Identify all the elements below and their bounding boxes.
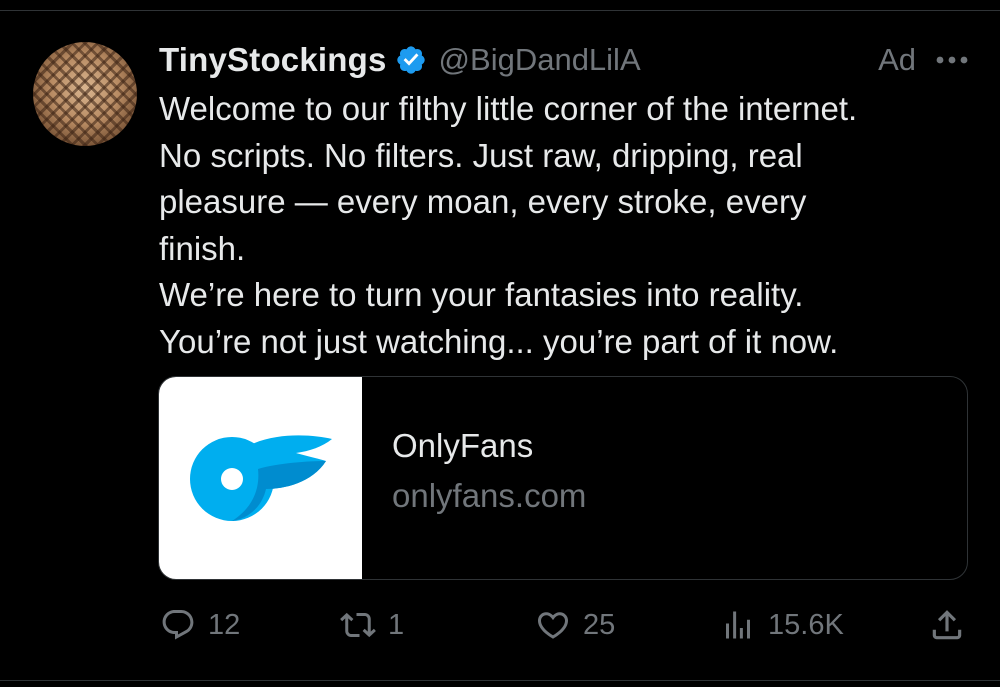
- card-title: OnlyFans: [392, 427, 534, 464]
- reply-button[interactable]: 12: [160, 600, 240, 650]
- card-domain: onlyfans.com: [392, 477, 587, 514]
- reply-icon: [162, 610, 194, 640]
- tweet-text-line: You’re not just watching... you’re part …: [159, 322, 839, 360]
- tweet-header: TinyStockings @BigDandLilA Ad: [159, 38, 970, 82]
- bottom-divider: [0, 680, 1000, 681]
- repost-icon: [340, 612, 376, 638]
- heart-icon: [537, 612, 569, 639]
- tweet-text-line: pleasure — every moan, every stroke, eve…: [159, 183, 807, 220]
- action-bar: 12 1 25 15.6K: [160, 600, 970, 650]
- display-name[interactable]: TinyStockings: [159, 41, 387, 79]
- onlyfans-logo: [189, 435, 332, 521]
- handle[interactable]: @BigDandLilA: [439, 42, 641, 78]
- repost-button[interactable]: 1: [340, 600, 404, 650]
- tweet-text-line: finish.: [159, 229, 246, 267]
- like-button[interactable]: 25: [535, 600, 615, 650]
- share-button[interactable]: [928, 600, 966, 650]
- more-icon[interactable]: [934, 42, 970, 78]
- tweet-text-line: Welcome to our filthy little corner of t…: [159, 90, 858, 127]
- tweet-text: Welcome to our filthy little corner of t…: [159, 86, 979, 365]
- verified-badge-icon: [396, 46, 425, 74]
- card-body: OnlyFans onlyfans.com: [362, 377, 967, 579]
- repost-count: 1: [388, 608, 405, 641]
- tweet-text-line: No scripts. No filters. Just raw, drippi…: [159, 136, 803, 174]
- views-icon: [726, 611, 750, 639]
- views-button[interactable]: 15.6K: [720, 600, 844, 650]
- avatar[interactable]: [33, 42, 137, 146]
- top-divider: [0, 10, 1000, 11]
- share-icon: [932, 610, 962, 640]
- card-thumbnail[interactable]: [159, 377, 362, 579]
- tweet-text-line: We’re here to turn your fantasies into r…: [159, 276, 804, 313]
- link-card[interactable]: OnlyFans onlyfans.com: [158, 376, 968, 580]
- like-count: 25: [583, 608, 616, 641]
- ad-label: Ad: [878, 42, 916, 77]
- reply-count: 12: [208, 608, 241, 641]
- views-count: 15.6K: [768, 608, 844, 641]
